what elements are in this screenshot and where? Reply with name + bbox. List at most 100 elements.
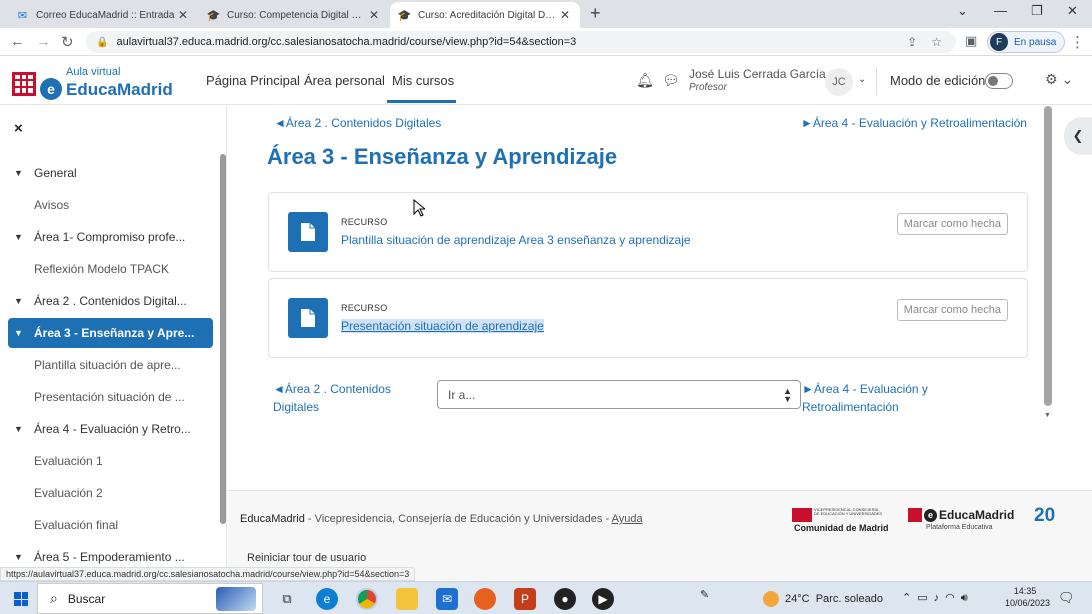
avatar: F bbox=[990, 33, 1008, 51]
site-navbar: Aula virtual e EducaMadrid Página Princip… bbox=[0, 57, 1092, 105]
drawer-item-presentacion[interactable]: Presentación situación de ... bbox=[8, 382, 213, 412]
notification-center-icon[interactable]: 🗨︎ bbox=[1058, 590, 1075, 606]
document-icon[interactable] bbox=[288, 298, 328, 338]
prev-section-link-bottom[interactable]: ◄Área 2 . Contenidos Digitales bbox=[273, 380, 413, 416]
drawer-section-area-2[interactable]: ▼ Área 2 . Contenidos Digital... bbox=[8, 286, 213, 316]
close-drawer-icon[interactable]: × bbox=[14, 120, 23, 137]
educamadrid-logo[interactable]: Aula virtual e EducaMadrid bbox=[12, 67, 173, 100]
weather-sun-icon bbox=[763, 591, 779, 607]
mouse-cursor-icon bbox=[413, 199, 425, 217]
comunidad-madrid-logo[interactable]: VICEPRESIDENCIA, CONSEJERÍA DE EDUCACIÓN… bbox=[792, 508, 892, 533]
file-explorer-icon[interactable] bbox=[396, 588, 418, 610]
chevron-down-icon[interactable]: ▼ bbox=[14, 328, 32, 338]
share-icon[interactable]: ⇪ bbox=[907, 35, 917, 49]
user-name[interactable]: José Luis Cerrada García bbox=[689, 67, 826, 81]
page-title: Área 3 - Enseñanza y Aprendizaje bbox=[267, 144, 618, 169]
drawer-item-avisos[interactable]: Avisos bbox=[8, 190, 213, 220]
drawer-item-evaluacion-1[interactable]: Evaluación 1 bbox=[8, 446, 213, 476]
reset-tour-link[interactable]: Reiniciar tour de usuario bbox=[247, 552, 366, 564]
app-icon[interactable]: ● bbox=[554, 588, 576, 610]
pen-icon[interactable]: ✎ bbox=[700, 588, 709, 601]
drawer-section-area-3[interactable]: ▼ Área 3 - Enseñanza y Apre... bbox=[8, 318, 213, 348]
activity-link[interactable]: Plantilla situación de aprendizaje Area … bbox=[341, 233, 691, 247]
media-player-icon[interactable]: ▶ bbox=[592, 588, 614, 610]
comunidad-madrid-flag-icon bbox=[12, 71, 36, 96]
comunidad-madrid-flag-icon bbox=[792, 508, 812, 522]
activity-card: RECURSO Presentación situación de aprend… bbox=[268, 278, 1028, 358]
document-icon[interactable] bbox=[288, 212, 328, 252]
chevron-down-icon[interactable]: ▼ bbox=[14, 552, 32, 562]
nav-mis-cursos[interactable]: Mis cursos bbox=[387, 73, 456, 103]
system-tray-icons[interactable]: ⌃▭♪◠🔊︎ bbox=[902, 591, 974, 605]
chevron-down-icon[interactable]: ▼ bbox=[14, 232, 32, 242]
drawer-item-evaluacion-2[interactable]: Evaluación 2 bbox=[8, 478, 213, 508]
chevron-down-icon[interactable]: ▼ bbox=[14, 424, 32, 434]
lock-icon: 🔒 bbox=[96, 36, 109, 48]
activity-type: RECURSO bbox=[341, 303, 388, 313]
profile-button[interactable]: F En pausa bbox=[987, 31, 1066, 53]
back-icon[interactable]: ← bbox=[10, 33, 25, 50]
windows-start-icon[interactable] bbox=[14, 592, 28, 606]
address-bar[interactable]: 🔒 aulavirtual37.educa.madrid.org/cc.sale… bbox=[86, 31, 956, 53]
footer-text: EducaMadrid - Vicepresidencia, Consejerí… bbox=[240, 513, 643, 525]
chevron-down-icon[interactable]: ⌄ bbox=[858, 74, 866, 85]
browser-menu-icon[interactable]: ⋮ bbox=[1070, 33, 1085, 51]
help-link[interactable]: Ayuda bbox=[612, 513, 643, 525]
course-index-drawer: × ▼ General Avisos ▼ Área 1- Compromiso pr… bbox=[0, 106, 227, 580]
status-bar-url: https://aulavirtual37.educa.madrid.org/c… bbox=[0, 567, 416, 581]
activity-link[interactable]: Presentación situación de aprendizaje bbox=[341, 319, 544, 333]
forward-icon[interactable]: → bbox=[36, 33, 51, 50]
messages-icon[interactable]: 💬︎ bbox=[662, 72, 680, 89]
mark-done-button[interactable]: Marcar como hecha bbox=[896, 299, 1008, 321]
close-window-icon[interactable]: ✕ bbox=[1067, 3, 1078, 19]
activity-type: RECURSO bbox=[341, 217, 388, 227]
page-scrollbar[interactable]: ▼ bbox=[1042, 106, 1054, 419]
nav-area-personal[interactable]: Área personal bbox=[304, 73, 385, 88]
notification-bell-icon[interactable]: 🔔︎ bbox=[636, 72, 654, 89]
mail-app-icon[interactable]: ✉ bbox=[436, 588, 458, 610]
avatar[interactable]: JC bbox=[825, 68, 853, 96]
drawer-section-area-1[interactable]: ▼ Área 1- Compromiso profe... bbox=[8, 222, 213, 252]
close-tab-icon[interactable]: ✕ bbox=[176, 8, 190, 22]
drawer-section-general[interactable]: ▼ General bbox=[8, 158, 213, 188]
browser-tab-mail[interactable]: ✉ Correo EducaMadrid :: Entrada ✕ bbox=[8, 2, 198, 28]
close-tab-icon[interactable]: ✕ bbox=[558, 8, 572, 22]
firefox-icon[interactable] bbox=[474, 588, 496, 610]
jump-to-select[interactable]: Ir a... ▲ ▼ bbox=[437, 380, 801, 409]
taskbar-clock[interactable]: 14:35 10/06/2023 bbox=[1005, 586, 1050, 609]
drawer-item-reflexion-tpack[interactable]: Reflexión Modelo TPACK bbox=[8, 254, 213, 284]
open-block-drawer-button[interactable]: ❮ bbox=[1064, 117, 1092, 155]
chevron-down-icon[interactable]: ▼ bbox=[14, 296, 32, 306]
taskbar-search[interactable]: ⌕ Buscar bbox=[37, 583, 263, 614]
maximize-icon[interactable]: ❐ bbox=[1031, 3, 1043, 19]
drawer-section-area-4[interactable]: ▼ Área 4 - Evaluación y Retro... bbox=[8, 414, 213, 444]
side-panel-icon[interactable]: ▣ bbox=[965, 33, 977, 49]
chrome-icon[interactable] bbox=[356, 588, 378, 610]
accessibility-settings-icon[interactable]: ⚙ ⌄ bbox=[1045, 71, 1073, 88]
chevron-down-icon[interactable]: ▼ bbox=[14, 168, 32, 178]
close-tab-icon[interactable]: ✕ bbox=[367, 8, 381, 22]
educamadrid-footer-logo[interactable]: e EducaMadrid Plataforma Educativa bbox=[908, 508, 1014, 531]
next-section-link-bottom[interactable]: ►Área 4 - Evaluación y Retroalimentación bbox=[802, 380, 962, 416]
drawer-item-plantilla[interactable]: Plantilla situación de apre... bbox=[8, 350, 213, 380]
browser-tab-competencia[interactable]: 🎓 Curso: Competencia Digital Doce ✕ bbox=[199, 2, 389, 28]
next-section-link[interactable]: ►Área 4 - Evaluación y Retroalimentación bbox=[801, 116, 1027, 130]
drawer-scrollbar[interactable] bbox=[220, 154, 226, 524]
edge-icon[interactable]: e bbox=[316, 588, 338, 610]
tab-search-icon[interactable]: ⌄ bbox=[957, 3, 968, 19]
reload-icon[interactable]: ↻ bbox=[61, 33, 74, 51]
mark-done-button[interactable]: Marcar como hecha bbox=[896, 213, 1008, 235]
powerpoint-icon[interactable]: P bbox=[514, 588, 536, 610]
new-tab-icon[interactable]: + bbox=[590, 3, 601, 24]
nav-pagina-principal[interactable]: Página Principal bbox=[206, 73, 300, 88]
minimize-icon[interactable]: — bbox=[994, 3, 1007, 18]
divider bbox=[876, 67, 877, 95]
educamadrid-circle-icon: e bbox=[40, 78, 62, 100]
edit-mode-toggle[interactable] bbox=[985, 73, 1013, 89]
prev-section-link[interactable]: ◄Área 2 . Contenidos Digitales bbox=[274, 116, 441, 130]
drawer-item-evaluacion-final[interactable]: Evaluación final bbox=[8, 510, 213, 540]
task-view-icon[interactable]: ⧉ bbox=[276, 588, 298, 610]
browser-tab-acreditacion[interactable]: 🎓 Curso: Acreditación Digital Doce ✕ bbox=[390, 2, 580, 28]
bookmark-star-icon[interactable]: ☆ bbox=[931, 35, 942, 49]
weather-widget[interactable]: 24°C Parc. soleado bbox=[763, 591, 883, 607]
